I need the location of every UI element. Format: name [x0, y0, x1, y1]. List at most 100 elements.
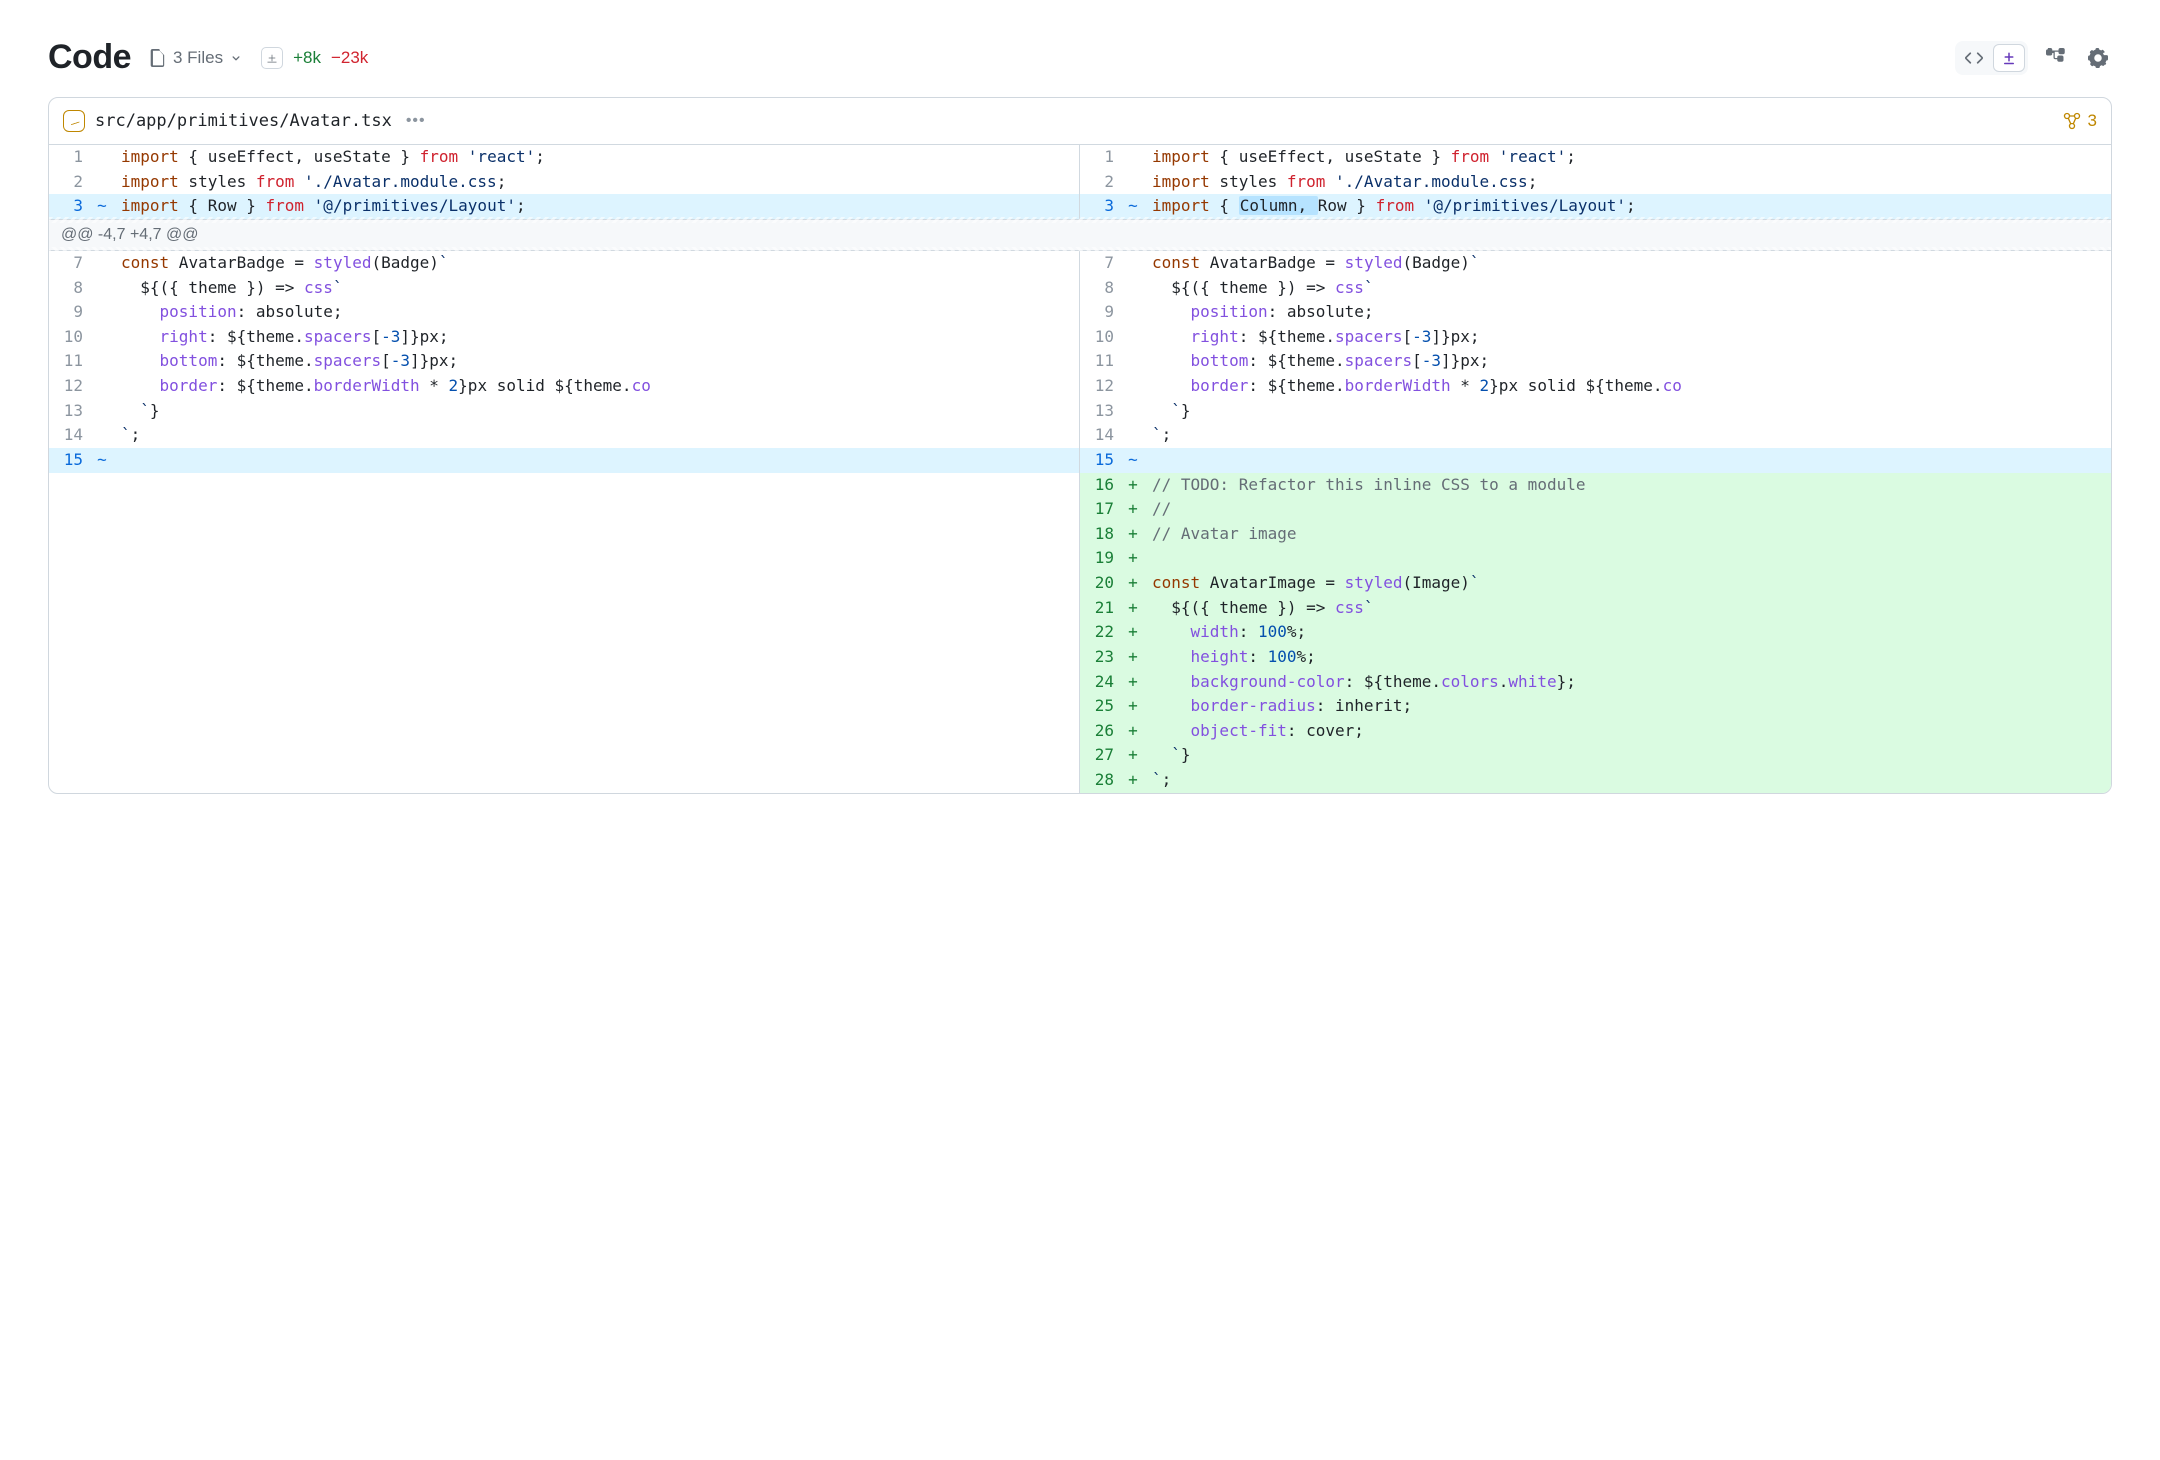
view-code-button[interactable] — [1958, 44, 1990, 72]
diff-marker — [93, 423, 111, 448]
code-line[interactable]: 10 right: ${theme.spacers[-3]}px; — [1080, 325, 2111, 350]
code-line[interactable]: 12 border: ${theme.borderWidth * 2}px so… — [1080, 374, 2111, 399]
code-line[interactable]: 17+// — [1080, 497, 2111, 522]
line-number: 1 — [1080, 145, 1124, 170]
code-line[interactable]: 14`; — [49, 423, 1079, 448]
code-line[interactable]: 14`; — [1080, 423, 2111, 448]
code-line[interactable]: 19+ — [1080, 546, 2111, 571]
code-line[interactable]: 9 position: absolute; — [1080, 300, 2111, 325]
code-content: ${({ theme }) => css` — [1142, 596, 1374, 621]
line-number: 7 — [1080, 251, 1124, 276]
additions-count: +8k — [293, 48, 321, 68]
line-number: 9 — [49, 300, 93, 325]
code-line[interactable]: 18+// Avatar image — [1080, 522, 2111, 547]
code-line[interactable]: 1import { useEffect, useState } from 're… — [1080, 145, 2111, 170]
diff-marker: + — [1124, 694, 1142, 719]
code-line[interactable]: 15~ — [1080, 448, 2111, 473]
code-line[interactable]: 13 `} — [49, 399, 1079, 424]
file-more-button[interactable]: ••• — [402, 110, 430, 132]
chevron-down-icon — [229, 51, 243, 65]
code-line[interactable]: 3~import { Row } from '@/primitives/Layo… — [49, 194, 1079, 219]
code-line[interactable]: 8 ${({ theme }) => css` — [49, 276, 1079, 301]
files-dropdown[interactable]: 3 Files — [149, 48, 243, 68]
code-content: border: ${theme.borderWidth * 2}px solid… — [1142, 374, 1682, 399]
line-number: 19 — [1080, 546, 1124, 571]
code-content: `; — [1142, 423, 1171, 448]
conversation-icon — [2062, 111, 2082, 131]
code-line[interactable]: 26+ object-fit: cover; — [1080, 719, 2111, 744]
line-number: 21 — [1080, 596, 1124, 621]
page-title: Code — [48, 38, 131, 77]
code-line[interactable]: 7const AvatarBadge = styled(Badge)` — [1080, 251, 2111, 276]
settings-button[interactable] — [2084, 44, 2112, 72]
code-line[interactable]: 24+ background-color: ${theme.colors.whi… — [1080, 670, 2111, 695]
line-number: 15 — [1080, 448, 1124, 473]
view-diff-button[interactable] — [1993, 44, 2025, 72]
code-line[interactable]: 25+ border-radius: inherit; — [1080, 694, 2111, 719]
line-number: 11 — [1080, 349, 1124, 374]
code-content: `} — [1142, 743, 1191, 768]
code-line[interactable]: 13 `} — [1080, 399, 2111, 424]
code-line[interactable]: 7const AvatarBadge = styled(Badge)` — [49, 251, 1079, 276]
code-line[interactable]: 10 right: ${theme.spacers[-3]}px; — [49, 325, 1079, 350]
line-number: 8 — [49, 276, 93, 301]
diff-marker — [1124, 374, 1142, 399]
diff-marker: + — [1124, 670, 1142, 695]
code-line[interactable]: 2import styles from './Avatar.module.css… — [49, 170, 1079, 195]
code-line[interactable]: 15~ — [49, 448, 1079, 473]
code-line[interactable]: 1import { useEffect, useState } from 're… — [49, 145, 1079, 170]
code-line[interactable]: 20+const AvatarImage = styled(Image)` — [1080, 571, 2111, 596]
diff-marker: ~ — [1124, 448, 1142, 473]
code-content: // Avatar image — [1142, 522, 1297, 547]
code-line[interactable]: 9 position: absolute; — [49, 300, 1079, 325]
diff-marker: ~ — [93, 448, 111, 473]
diff-right-side[interactable]: 7const AvatarBadge = styled(Badge)`8 ${(… — [1080, 251, 2111, 793]
gear-icon — [2088, 48, 2108, 68]
code-content: bottom: ${theme.spacers[-3]}px; — [1142, 349, 1489, 374]
code-line[interactable]: 11 bottom: ${theme.spacers[-3]}px; — [49, 349, 1079, 374]
line-number: 17 — [1080, 497, 1124, 522]
diff-marker — [93, 399, 111, 424]
code-line[interactable]: 16+// TODO: Refactor this inline CSS to … — [1080, 473, 2111, 498]
code-content: `; — [111, 423, 140, 448]
code-content: border-radius: inherit; — [1142, 694, 1412, 719]
diff-left-side[interactable]: 7const AvatarBadge = styled(Badge)`8 ${(… — [49, 251, 1080, 793]
line-number: 2 — [49, 170, 93, 195]
diff-marker: + — [1124, 743, 1142, 768]
diff-marker — [93, 374, 111, 399]
code-content: // TODO: Refactor this inline CSS to a m… — [1142, 473, 1585, 498]
line-number: 18 — [1080, 522, 1124, 547]
code-line[interactable]: 23+ height: 100%; — [1080, 645, 2111, 670]
code-line[interactable]: 27+ `} — [1080, 743, 2111, 768]
code-content: const AvatarBadge = styled(Badge)` — [111, 251, 449, 276]
diff-right-side[interactable]: 1import { useEffect, useState } from 're… — [1080, 145, 2111, 219]
code-content: `} — [111, 399, 160, 424]
diff-split-view: 7const AvatarBadge = styled(Badge)`8 ${(… — [49, 251, 2111, 793]
code-content — [1142, 448, 1152, 473]
code-line[interactable]: 12 border: ${theme.borderWidth * 2}px so… — [49, 374, 1079, 399]
file-path[interactable]: src/app/primitives/Avatar.tsx — [95, 111, 392, 131]
diff-marker — [1124, 170, 1142, 195]
code-line[interactable]: 28+`; — [1080, 768, 2111, 793]
code-line[interactable]: 11 bottom: ${theme.spacers[-3]}px; — [1080, 349, 2111, 374]
file-tree-button[interactable] — [2042, 44, 2070, 72]
diff-marker — [93, 349, 111, 374]
code-line[interactable]: 22+ width: 100%; — [1080, 620, 2111, 645]
hunk-header[interactable]: @@ -4,7 +4,7 @@ — [49, 219, 2111, 251]
diff-marker — [1124, 423, 1142, 448]
file-comment-count: 3 — [2088, 111, 2097, 131]
code-line[interactable]: 3~import { Column, Row } from '@/primiti… — [1080, 194, 2111, 219]
code-line[interactable]: 8 ${({ theme }) => css` — [1080, 276, 2111, 301]
code-content — [111, 448, 121, 473]
diffstat: +8k −23k — [261, 47, 368, 69]
code-line[interactable]: 2import styles from './Avatar.module.css… — [1080, 170, 2111, 195]
diff-marker — [93, 325, 111, 350]
diff-marker: + — [1124, 497, 1142, 522]
code-content: ${({ theme }) => css` — [111, 276, 343, 301]
file-comments-link[interactable]: 3 — [2062, 111, 2097, 131]
code-content: background-color: ${theme.colors.white}; — [1142, 670, 1576, 695]
diff-left-side[interactable]: 1import { useEffect, useState } from 're… — [49, 145, 1080, 219]
line-number: 12 — [49, 374, 93, 399]
code-line[interactable]: 21+ ${({ theme }) => css` — [1080, 596, 2111, 621]
line-number: 3 — [49, 194, 93, 219]
